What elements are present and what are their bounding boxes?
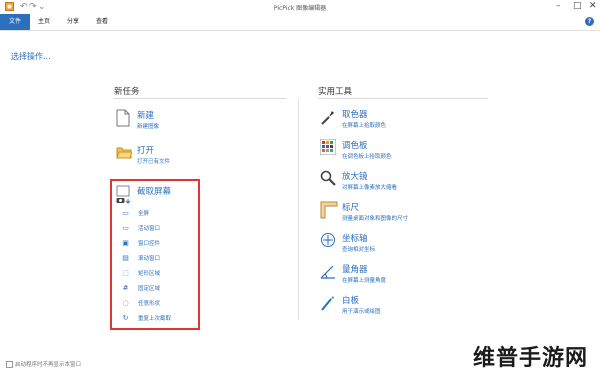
- window-control-icon: ▣: [122, 239, 129, 247]
- title-bar: ↶ ↷ ⌄ PicPick 图像编辑器 – □ ✕: [0, 0, 600, 14]
- select-action-label: 选择操作...: [11, 52, 51, 61]
- site-watermark: 维普手游网: [472, 346, 588, 371]
- maximize-button[interactable]: □: [573, 1, 582, 11]
- tool-color-picker[interactable]: 取色器 在屏幕上拾取颜色: [320, 108, 490, 132]
- tool-protractor[interactable]: 量角器 在屏幕上测量角度: [320, 263, 490, 287]
- crosshair-icon: [320, 232, 338, 250]
- window-title: PicPick 图像编辑器: [273, 5, 327, 12]
- tool-ruler[interactable]: 标尺 测量桌面对象和图像的尺寸: [320, 201, 490, 225]
- window-icon: ▭: [122, 224, 129, 232]
- minimize-button[interactable]: –: [556, 1, 561, 11]
- new-sub: 新建图像: [137, 124, 160, 130]
- menu-file[interactable]: 文件: [0, 14, 30, 30]
- column-divider: [298, 98, 299, 320]
- new-image-button[interactable]: 新建 新建图像: [116, 109, 286, 131]
- pen-icon: [320, 294, 338, 312]
- help-button[interactable]: ?: [585, 17, 594, 26]
- capture-label: 截取屏幕: [137, 187, 172, 197]
- open-file-button[interactable]: 打开 打开已有文件: [116, 144, 286, 166]
- new-task-divider: [114, 98, 286, 99]
- fixed-region-icon: #: [122, 284, 129, 292]
- ruler-icon: [320, 201, 338, 219]
- ribbon-menu: 文件 主页 分享 查看 ?: [0, 14, 600, 31]
- magnifier-icon: [320, 170, 338, 188]
- scroll-window-icon: ▤: [122, 254, 129, 262]
- monitor-icon: ▭: [122, 209, 129, 217]
- tool-color-palette[interactable]: 调色板 在调色板上拾取颜色: [319, 138, 490, 163]
- repeat-icon: ↻: [122, 314, 129, 322]
- protractor-icon: [320, 263, 338, 281]
- startup-option-label: 启动程序时不再显示本窗口: [15, 362, 82, 368]
- tools-divider: [318, 98, 488, 99]
- freehand-icon: ◌: [122, 299, 129, 307]
- close-button[interactable]: ✕: [589, 1, 597, 11]
- tool-crosshair[interactable]: 坐标轴 查询相对坐标: [320, 232, 490, 256]
- open-label: 打开: [137, 146, 155, 156]
- screen-capture-icon: [116, 185, 134, 204]
- menu-home[interactable]: 主页: [31, 14, 57, 30]
- open-sub: 打开已有文件: [137, 159, 171, 165]
- new-file-icon: [116, 109, 134, 127]
- menu-view[interactable]: 查看: [89, 14, 115, 30]
- rectangle-icon: ⬚: [122, 269, 129, 277]
- startup-checkbox[interactable]: [6, 361, 13, 368]
- eyedropper-icon: [320, 108, 338, 126]
- capture-screen-button[interactable]: 截取屏幕: [116, 185, 196, 205]
- new-task-heading: 新任务: [114, 87, 140, 97]
- startup-option[interactable]: 启动程序时不再显示本窗口: [6, 360, 81, 368]
- tool-magnifier[interactable]: 放大镜 对屏幕上像素放大缩看: [320, 170, 490, 194]
- tool-whiteboard[interactable]: 白板 用于演示或绘图: [320, 294, 490, 318]
- palette-grid-icon: [319, 138, 338, 157]
- open-folder-icon: [116, 144, 134, 162]
- new-label: 新建: [137, 111, 155, 121]
- menu-share[interactable]: 分享: [60, 14, 86, 30]
- tools-heading: 实用工具: [318, 87, 353, 97]
